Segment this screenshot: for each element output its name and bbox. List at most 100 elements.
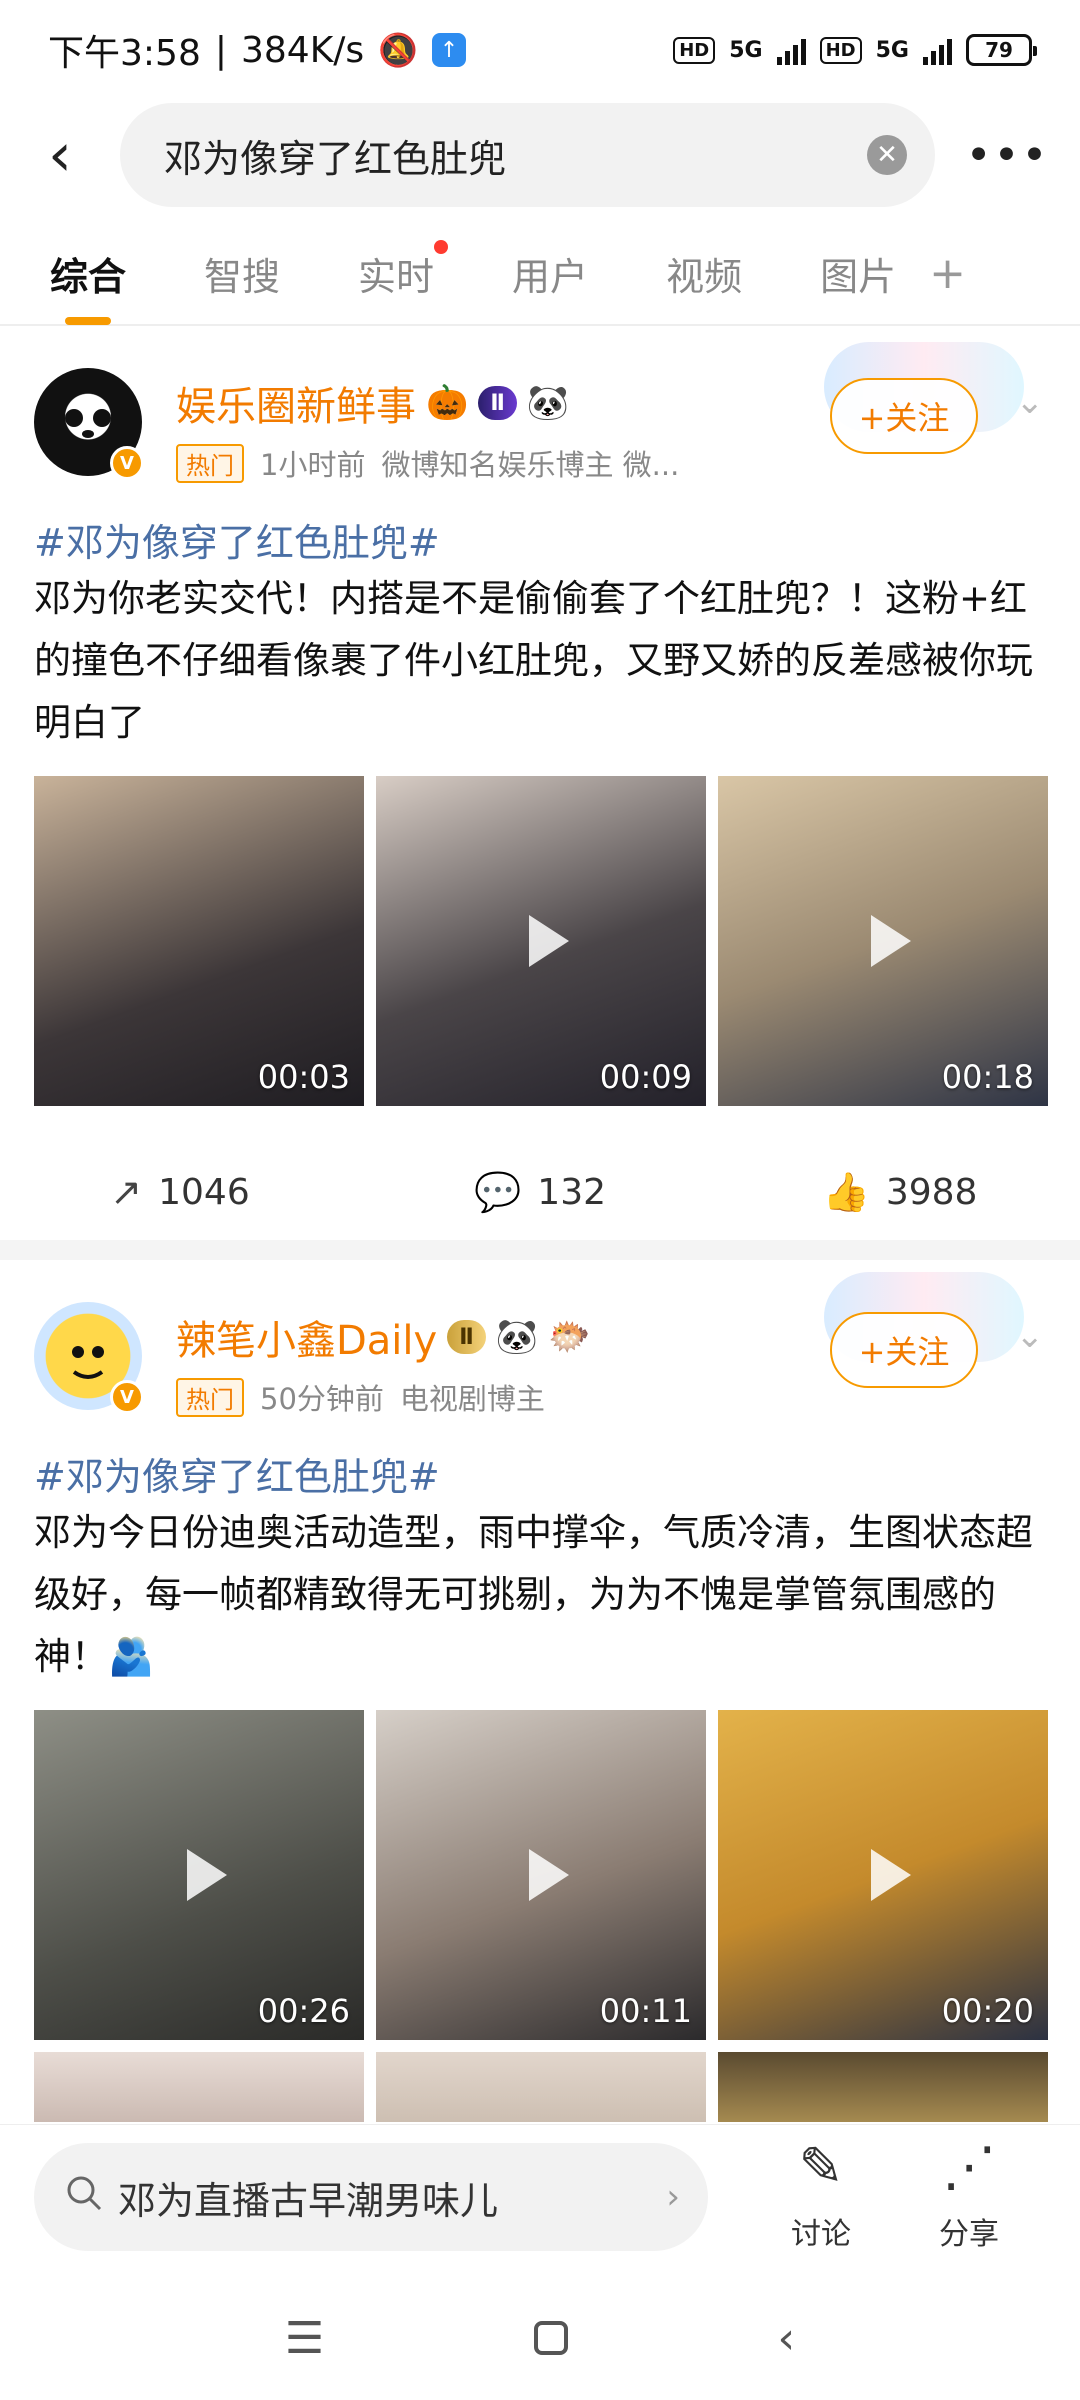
chevron-right-icon: › (666, 2177, 680, 2217)
vip-badge: Ⅱ (447, 1320, 486, 1354)
discuss-button[interactable]: ✎ 讨论 (766, 2135, 876, 2253)
bottom-action-bar: 邓为直播古早潮男味儿 › ✎ 讨论 ⋰ 分享 (0, 2124, 1080, 2276)
system-nav-bar: ☰ ‹ (0, 2276, 1080, 2400)
video-thumbnail[interactable]: 00:03 (34, 776, 364, 1106)
verified-badge: V (110, 1380, 144, 1414)
search-header: ‹ 邓为像穿了红色肚兜 ✕ ••• (0, 100, 1080, 210)
chevron-left-icon: ‹ (48, 120, 72, 190)
post-meta: 热门 50分钟前 电视剧博主 (176, 1376, 545, 1418)
repost-icon: ↗ (110, 1170, 143, 1214)
repost-button[interactable]: ↗ 1046 (0, 1170, 360, 1214)
video-duration: 00:11 (599, 1992, 692, 2030)
tab-realtime-label: 实时 (358, 254, 435, 299)
tab-video[interactable]: 视频 (666, 246, 742, 301)
like-count: 3988 (885, 1171, 978, 1213)
post-divider (0, 1240, 1080, 1260)
mute-bell-icon: 🔕 (378, 31, 419, 69)
topic-hashtag[interactable]: #邓为像穿了红色肚兜# (34, 1446, 440, 1501)
play-icon (871, 915, 911, 967)
hot-tag: 热门 (176, 443, 244, 483)
more-button[interactable]: ••• (935, 100, 1080, 210)
clear-icon[interactable]: ✕ (867, 135, 907, 175)
post-actions: ↗ 1046 💬 132 👍 3988 (0, 1142, 1080, 1242)
signal-icon-2 (923, 35, 952, 65)
pumpkin-icon: 🎃 (426, 383, 469, 423)
tab-bar: 综合 智搜 实时 用户 视频 图片 + (0, 222, 1080, 326)
vip-badge: Ⅱ (478, 386, 517, 420)
post-text: 邓为你老实交代！内搭是不是偷偷套了个红肚兜？！这粉+红的撞色不仔细看像裹了件小红… (34, 577, 1033, 744)
status-net-speed: 384K/s (240, 29, 365, 71)
video-thumbnail[interactable]: 00:20 (718, 1710, 1048, 2040)
play-icon (871, 1849, 911, 1901)
battery-icon: 79 (966, 34, 1037, 66)
post-time: 1小时前 (260, 448, 366, 482)
media-grid: 00:26 00:11 00:20 (34, 1710, 1048, 2122)
back-icon[interactable]: ‹ (778, 2313, 796, 2364)
image-thumbnail[interactable] (718, 2052, 1048, 2122)
discuss-label: 讨论 (791, 2217, 851, 2252)
status-divider: | (214, 29, 227, 71)
topic-hashtag[interactable]: #邓为像穿了红色肚兜# (34, 512, 440, 567)
post-text: 邓为今日份迪奥活动造型，雨中撑伞，气质冷清，生图状态超级好，每一帧都精致得无可挑… (34, 1511, 1033, 1678)
username-text: 娱乐圈新鲜事 (176, 384, 416, 430)
upload-icon: ↑ (432, 33, 467, 67)
more-icon: ••• (965, 129, 1050, 181)
share-button[interactable]: ⋰ 分享 (914, 2135, 1024, 2253)
video-duration: 00:03 (257, 1058, 350, 1096)
video-thumbnail[interactable]: 00:09 (376, 776, 706, 1106)
search-input[interactable]: 邓为像穿了红色肚兜 ✕ (120, 103, 935, 207)
tab-smart-search[interactable]: 智搜 (204, 246, 280, 301)
comment-icon: 💬 (473, 1169, 522, 1214)
post-time: 50分钟前 (260, 1382, 384, 1416)
video-duration: 00:26 (257, 1992, 350, 2030)
network-5g-label-2: 5G (875, 37, 909, 63)
image-thumbnail[interactable] (376, 2052, 706, 2122)
search-icon (64, 2173, 104, 2222)
status-left: 下午3:58 | 384K/s 🔕 ↑ (48, 24, 467, 76)
tab-comprehensive[interactable]: 综合 (50, 246, 126, 325)
unread-dot (434, 239, 449, 254)
post-username[interactable]: 辣笔小鑫Daily Ⅱ 🐼 🐡 (176, 1308, 590, 1366)
tab-images[interactable]: 图片 (820, 246, 896, 301)
video-duration: 00:18 (941, 1058, 1034, 1096)
fish-icon: 🐡 (548, 1317, 591, 1357)
video-duration: 00:20 (941, 1992, 1034, 2030)
verified-badge: V (110, 446, 144, 480)
tab-add-button[interactable]: + (929, 248, 966, 299)
chevron-down-icon[interactable]: ⌄ (1016, 382, 1045, 422)
related-search-button[interactable]: 邓为直播古早潮男味儿 › (34, 2143, 708, 2251)
chevron-down-icon[interactable]: ⌄ (1016, 1316, 1045, 1356)
back-button[interactable]: ‹ (0, 100, 120, 210)
comment-button[interactable]: 💬 132 (360, 1170, 720, 1215)
comment-count: 132 (537, 1171, 607, 1213)
tab-realtime[interactable]: 实时 (358, 239, 449, 301)
hd-icon: HD (673, 36, 716, 64)
hot-tag: 热门 (176, 1377, 244, 1417)
post-username[interactable]: 娱乐圈新鲜事 🎃 Ⅱ 🐼 (176, 374, 569, 432)
status-time: 下午3:58 (48, 33, 201, 74)
post-source: 微博知名娱乐博主 微... (381, 448, 680, 482)
home-icon[interactable] (533, 2321, 568, 2355)
like-button[interactable]: 👍 3988 (720, 1170, 1080, 1215)
video-thumbnail[interactable]: 00:26 (34, 1710, 364, 2040)
play-icon (187, 1849, 227, 1901)
video-thumbnail[interactable]: 00:18 (718, 776, 1048, 1106)
search-query: 邓为像穿了红色肚兜 (164, 136, 507, 181)
follow-button[interactable]: +关注 (830, 1312, 978, 1388)
image-thumbnail[interactable] (34, 2052, 364, 2122)
menu-icon[interactable]: ☰ (285, 2313, 324, 2364)
play-icon (529, 915, 569, 967)
repost-count: 1046 (158, 1171, 250, 1213)
panda-emoji-icon: 🐼 (495, 1317, 539, 1357)
tab-users[interactable]: 用户 (512, 246, 588, 301)
thumbs-up-icon: 👍 (822, 1169, 870, 1214)
follow-button[interactable]: +关注 (830, 378, 978, 454)
share-icon: ⋰ (942, 2135, 996, 2198)
post-meta: 热门 1小时前 微博知名娱乐博主 微... (176, 442, 679, 484)
play-icon (529, 1849, 569, 1901)
status-right: HD 5G HD 5G 79 (673, 34, 1037, 66)
signal-icon (776, 35, 806, 65)
video-thumbnail[interactable]: 00:11 (376, 1710, 706, 2040)
media-grid: 00:03 00:09 00:18 (34, 776, 1048, 1106)
network-5g-label: 5G (729, 37, 763, 63)
